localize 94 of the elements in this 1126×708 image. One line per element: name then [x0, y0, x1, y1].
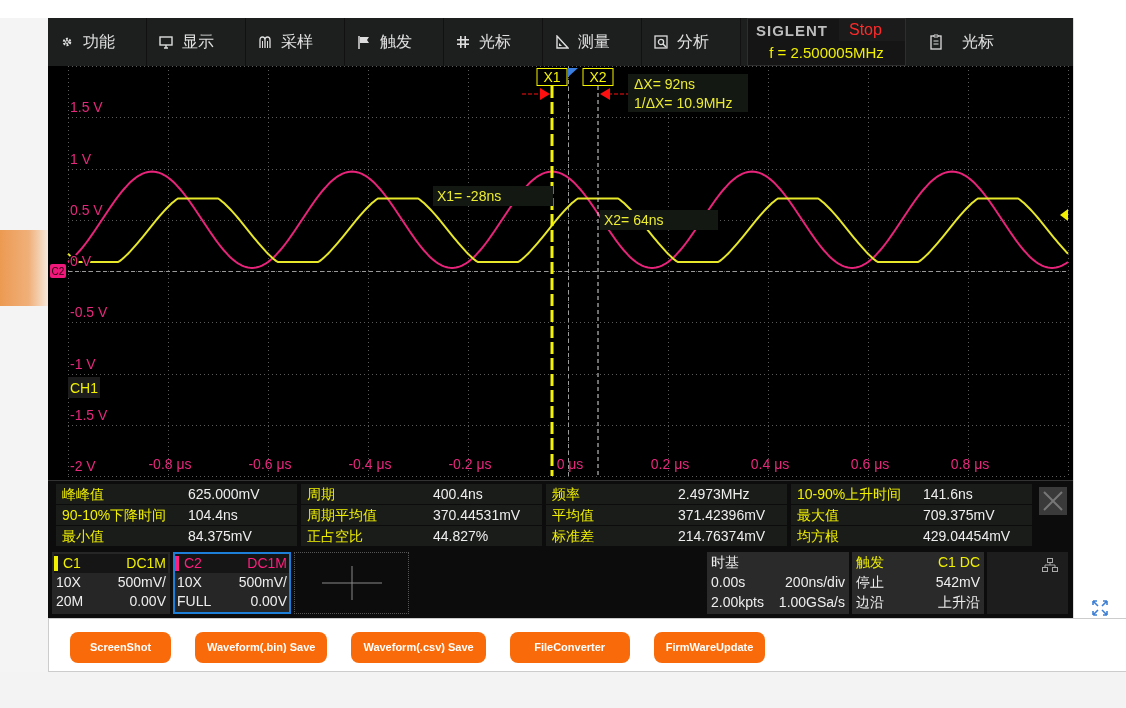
timebase-panel[interactable]: 时基 0.00s 200ns/div 2.00kpts 1.00GSa/s	[707, 552, 849, 614]
axis-label: 1 V	[70, 151, 91, 167]
measure-label: 峰峰值	[56, 484, 184, 504]
gear-icon	[60, 35, 74, 49]
cursor-readout: X1= -28ns	[433, 186, 553, 206]
delta-readout: ΔX= 92ns 1/ΔX= 10.9MHz	[628, 74, 748, 112]
axis-label: -1.5 V	[70, 407, 108, 423]
axis-label: 0 μs	[556, 456, 584, 472]
measure-label: 正占空比	[301, 526, 429, 546]
measure-value: 141.6ns	[919, 484, 1032, 504]
trigger-slope: 上升沿	[937, 593, 980, 612]
ruler-icon	[555, 35, 569, 49]
trigger-mode: 停止	[856, 573, 884, 592]
cursor-readout: X2= 64ns	[600, 210, 718, 230]
side-tab[interactable]	[0, 230, 48, 306]
channel-panel[interactable]: C1 DC1M 10X 500mV/ 20M 0.00V	[52, 552, 170, 614]
bandwidth-label: FULL	[176, 592, 213, 611]
axis-label: 0.6 μs	[850, 456, 890, 472]
axis-label: -0.4 μs	[348, 456, 392, 472]
scale-label: 500mV/	[237, 573, 288, 592]
channel-name: C2	[183, 554, 203, 573]
brand-logo: SIGLENT	[755, 21, 829, 41]
measure-label: 周期	[301, 484, 429, 504]
cursor-arrow	[600, 88, 629, 100]
scale-label: 200ns/div	[784, 573, 845, 592]
measure-label: 最小值	[56, 526, 184, 546]
channel-panel[interactable]: C2 DC1M 10X 500mV/ FULL 0.00V	[173, 552, 291, 614]
measure-value: 400.4ns	[429, 484, 542, 504]
measure-value: 709.375mV	[919, 505, 1032, 525]
measure-label: 均方根	[791, 526, 919, 546]
run-status: Stop	[839, 19, 905, 41]
measure-value: 84.375mV	[184, 526, 297, 546]
image-search-icon	[654, 35, 668, 49]
probe-label: 10X	[55, 573, 82, 592]
cursor-grid-icon	[456, 35, 470, 49]
coupling-label: DC1M	[232, 554, 289, 573]
trigger-type: 边沿	[856, 593, 884, 612]
probe-label: 10X	[176, 573, 203, 592]
axis-label: -0.8 μs	[148, 456, 192, 472]
cursor-arrow	[521, 88, 550, 100]
measure-value: 370.44531mV	[429, 505, 542, 525]
depth-label: 2.00kpts	[711, 593, 764, 612]
measure-value: 44.827%	[429, 526, 542, 546]
cursor-tag[interactable]: X1	[536, 68, 568, 86]
measure-value: 371.42396mV	[674, 505, 787, 525]
hierarchy-icon[interactable]	[1042, 558, 1058, 572]
axis-label: -1 V	[70, 356, 96, 372]
coupling-label: DC1M	[111, 554, 168, 573]
axis-label: 0.4 μs	[750, 456, 790, 472]
clipboard-icon	[930, 34, 942, 50]
measure-label: 标准差	[546, 526, 674, 546]
measure-label: 90-10%下降时间	[56, 505, 184, 525]
channel-marker: C2	[50, 264, 66, 278]
measure-value: 429.04454mV	[919, 526, 1032, 546]
axis-label: -0.6 μs	[248, 456, 292, 472]
axis-label: -0.5 V	[70, 304, 108, 320]
measure-label: 最大值	[791, 505, 919, 525]
trigger-title: 触发	[856, 553, 884, 572]
offset-label: 0.00V	[249, 592, 288, 611]
axis-label: 0.5 V	[70, 202, 103, 218]
measure-value: 2.4973MHz	[674, 484, 787, 504]
bandwidth-label: 20M	[55, 592, 85, 611]
channel-label: CH1	[68, 377, 100, 398]
add-channel-icon[interactable]	[321, 566, 382, 600]
measure-value: 214.76374mV	[674, 526, 787, 546]
frequency-readout: f = 2.500005MHz	[768, 43, 885, 61]
cursor-tag[interactable]: X2	[582, 68, 614, 86]
axis-label: -2 V	[70, 458, 96, 474]
measure-value: 625.000mV	[184, 484, 297, 504]
axis-label: 0.2 μs	[650, 456, 690, 472]
trigger-level: 542mV	[935, 573, 980, 592]
flag-icon	[357, 35, 371, 49]
rate-label: 1.00GSa/s	[778, 593, 845, 612]
axis-label: -0.2 μs	[448, 456, 492, 472]
expand-icon[interactable]	[1092, 600, 1108, 616]
trigger-source: C1 DC	[937, 553, 980, 572]
measure-value: 104.4ns	[184, 505, 297, 525]
monitor-icon	[159, 35, 173, 49]
measure-label: 频率	[546, 484, 674, 504]
menu-tab[interactable]: 光标	[906, 18, 1060, 66]
trigger-panel[interactable]: 触发 C1 DC 停止 542mV 边沿 上升沿	[852, 552, 984, 614]
timebase-title: 时基	[711, 553, 740, 572]
trigger-level-icon	[1060, 209, 1068, 221]
axis-label: 0.8 μs	[950, 456, 990, 472]
trigger-position-icon	[568, 68, 578, 77]
sampling-icon	[258, 35, 272, 49]
measure-label: 周期平均值	[301, 505, 429, 525]
measure-label: 平均值	[546, 505, 674, 525]
delay-label: 0.00s	[711, 573, 747, 592]
offset-label: 0.00V	[128, 592, 167, 611]
measure-label: 10-90%上升时间	[791, 484, 919, 504]
scale-label: 500mV/	[116, 573, 167, 592]
axis-label: 1.5 V	[70, 99, 103, 115]
channel-name: C1	[62, 554, 82, 573]
